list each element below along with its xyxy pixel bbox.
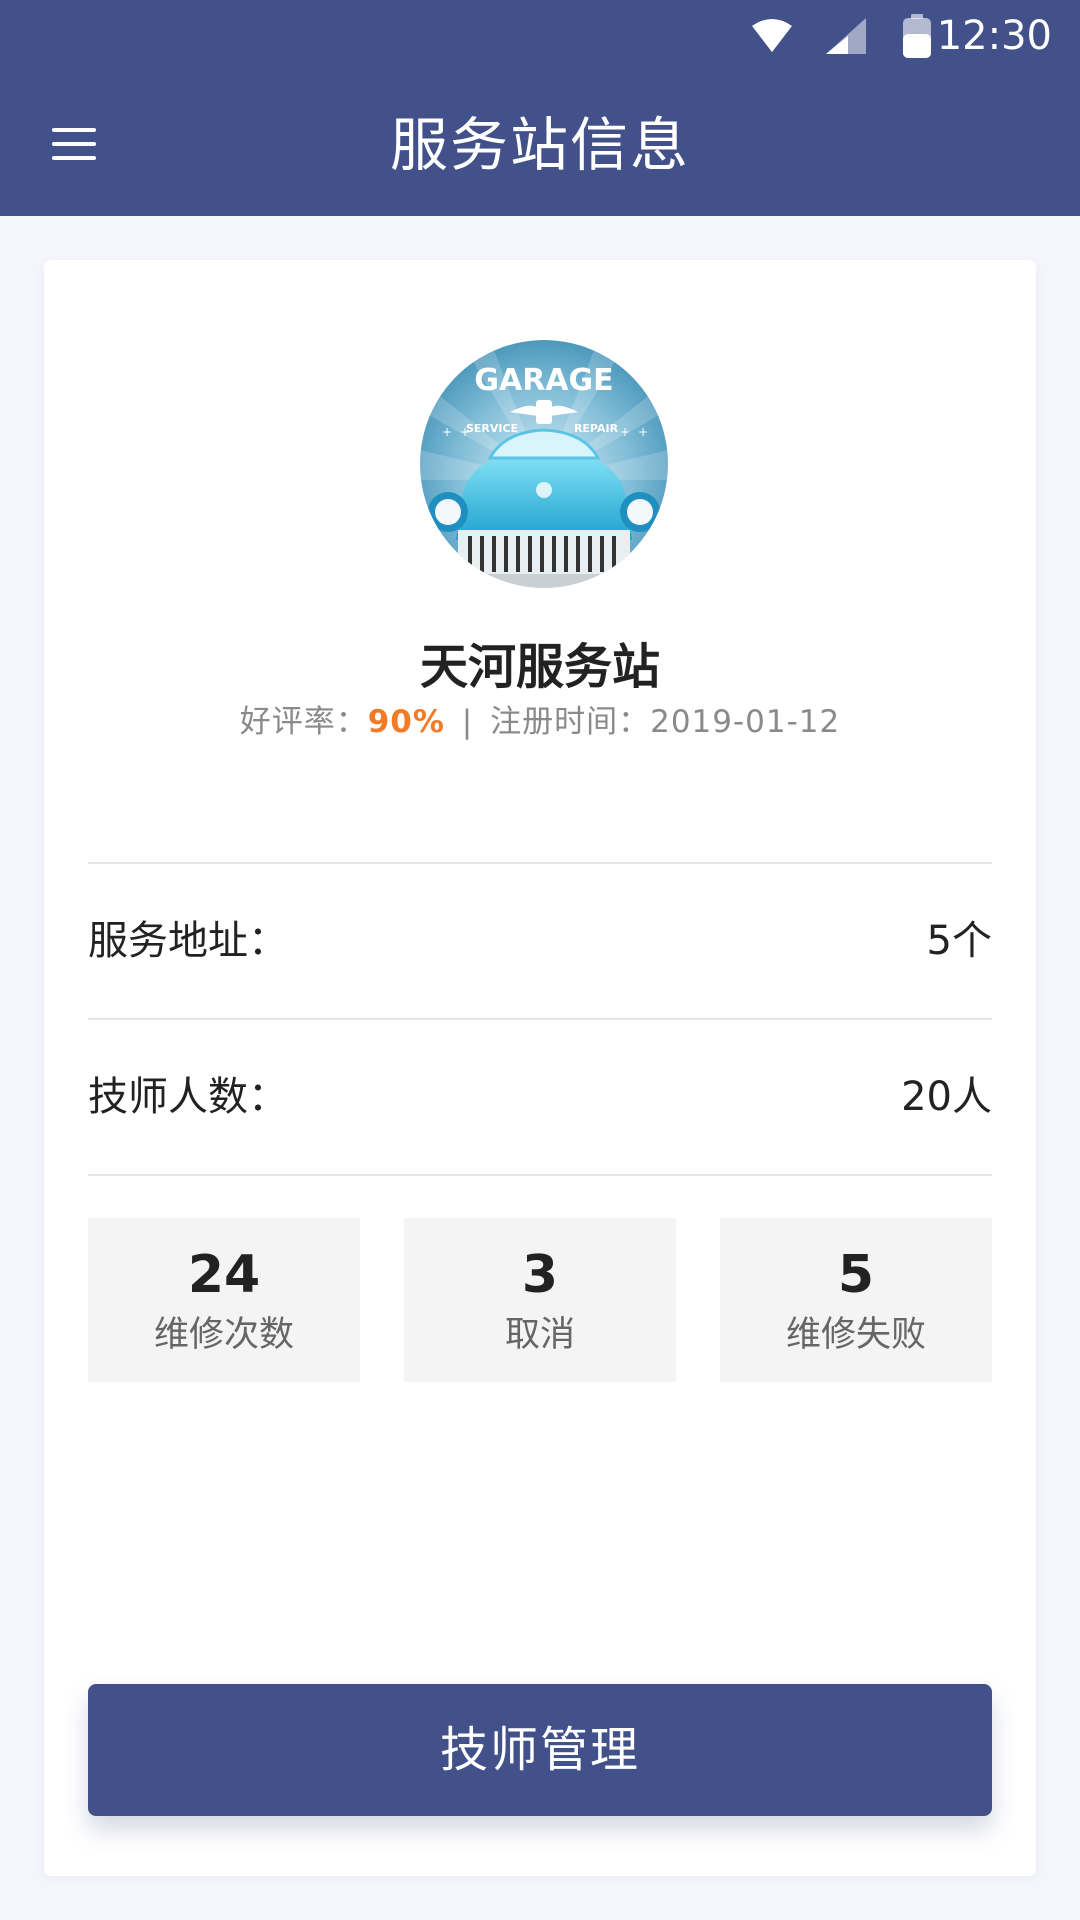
rating-label: 好评率： bbox=[239, 704, 368, 740]
info-value: 20人 bbox=[901, 1074, 992, 1120]
stat-label: 取消 bbox=[504, 1315, 575, 1355]
station-logo: GARAGE SERVICE REPAIR + + + + bbox=[420, 340, 668, 588]
stat-number: 24 bbox=[187, 1245, 261, 1305]
stat-number: 3 bbox=[521, 1245, 559, 1305]
page-title: 服务站信息 bbox=[389, 111, 690, 179]
app-bar: 12:30 服务站信息 bbox=[0, 0, 1080, 216]
info-label: 技师人数： bbox=[88, 1074, 288, 1120]
technician-management-button[interactable]: 技师管理 bbox=[88, 1684, 992, 1816]
battery-icon bbox=[903, 14, 931, 58]
rating-value: 90% bbox=[367, 704, 445, 740]
logo-left-text: SERVICE bbox=[466, 422, 518, 435]
stat-label: 维修次数 bbox=[153, 1315, 294, 1355]
status-time: 12:30 bbox=[936, 13, 1052, 59]
station-meta: 好评率：90% | 注册时间：2019-01-12 bbox=[44, 700, 1036, 744]
station-info-card: GARAGE SERVICE REPAIR + + + + 天河服务站 好评率：90… bbox=[44, 260, 1036, 1876]
status-bar: 12:30 bbox=[0, 0, 1080, 72]
logo-right-text: REPAIR bbox=[574, 422, 619, 435]
svg-text:+: + bbox=[620, 425, 630, 439]
meta-separator: | bbox=[461, 704, 474, 740]
info-row-technicians[interactable]: 技师人数： 20人 bbox=[88, 1020, 992, 1174]
svg-text:+: + bbox=[442, 425, 452, 439]
svg-text:+: + bbox=[638, 425, 648, 439]
stat-cancelled[interactable]: 3 取消 bbox=[404, 1218, 676, 1382]
stat-number: 5 bbox=[837, 1245, 875, 1305]
stat-repair-count[interactable]: 24 维修次数 bbox=[88, 1218, 360, 1382]
signal-icon bbox=[826, 18, 866, 54]
registered-label: 注册时间： bbox=[490, 704, 651, 740]
info-row-address[interactable]: 服务地址： 5个 bbox=[88, 864, 992, 1018]
stat-label: 维修失败 bbox=[785, 1315, 926, 1355]
logo-title: GARAGE bbox=[474, 363, 613, 398]
info-label: 服务地址： bbox=[88, 918, 288, 964]
divider bbox=[88, 1174, 992, 1176]
garage-logo-image: GARAGE SERVICE REPAIR + + + + bbox=[420, 340, 668, 588]
stat-failed[interactable]: 5 维修失败 bbox=[720, 1218, 992, 1382]
info-value: 5个 bbox=[926, 918, 992, 964]
station-name: 天河服务站 bbox=[419, 639, 660, 695]
wifi-icon bbox=[752, 19, 792, 52]
registered-date: 2019-01-12 bbox=[650, 704, 841, 740]
svg-text:+: + bbox=[460, 425, 470, 439]
